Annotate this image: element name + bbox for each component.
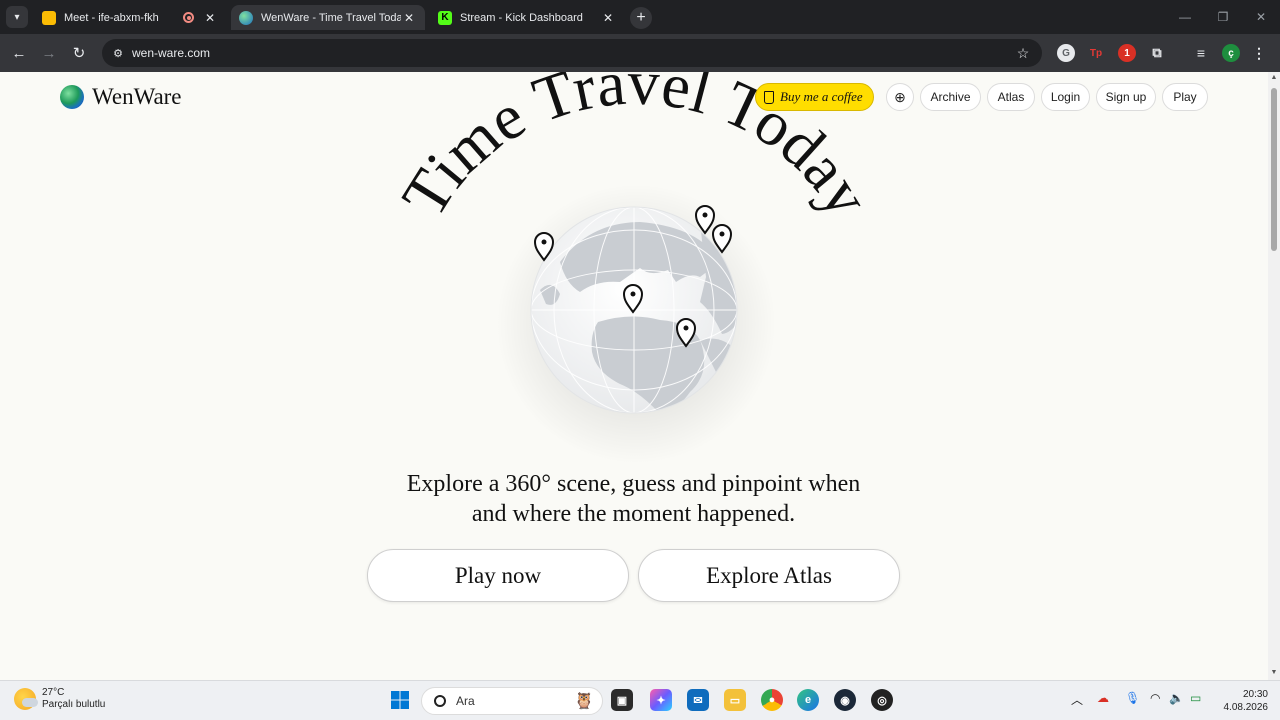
clock-time: 20:30 <box>1242 689 1268 700</box>
close-tab-icon[interactable]: ✕ <box>401 10 417 26</box>
partly-cloudy-icon <box>14 688 38 710</box>
weather-widget[interactable]: 27°C Parçalı bulutlu <box>14 687 105 711</box>
steam-icon[interactable]: ◉ <box>834 689 856 711</box>
copilot-icon[interactable]: ✦ <box>650 689 672 711</box>
scroll-down-icon[interactable]: ▼ <box>1270 669 1278 677</box>
microphone-icon[interactable]: 🎙 <box>1125 691 1140 705</box>
weather-desc: Parçalı bulutlu <box>42 699 106 710</box>
search-icon <box>434 695 446 707</box>
tab-meet[interactable]: Meet - ife-abxm-fkh ✕ <box>34 5 226 30</box>
explore-atlas-button[interactable]: Explore Atlas <box>638 549 900 602</box>
profile-avatar[interactable]: ç <box>1222 44 1240 62</box>
search-placeholder: Ara <box>456 694 475 708</box>
language-globe-icon[interactable]: ⊕ <box>886 83 914 111</box>
page-scrollbar[interactable]: ▲ ▼ <box>1268 72 1280 680</box>
obs-studio-icon[interactable]: ◎ <box>871 689 893 711</box>
nav-login[interactable]: Login <box>1041 83 1090 111</box>
reload-icon[interactable]: ↻ <box>68 42 90 64</box>
red-extension-icon[interactable]: 1 <box>1118 44 1136 62</box>
owl-search-highlight-icon: 🦉 <box>574 693 594 710</box>
windows-start-icon[interactable] <box>389 689 411 711</box>
web-page: WenWare Time Travel Today Buy me a coffe… <box>0 72 1280 680</box>
url-text[interactable]: wen-ware.com <box>132 46 1012 60</box>
tab-wenware[interactable]: WenWare - Time Travel Today ✕ <box>231 5 425 30</box>
tab-search-button[interactable]: ▾ <box>6 6 28 28</box>
coffee-label: Buy me a coffee <box>780 89 863 104</box>
tab-title: Stream - Kick Dashboard <box>460 11 583 24</box>
nav-archive[interactable]: Archive <box>920 83 981 111</box>
show-hidden-icons-chevron[interactable]: ︿ <box>1071 691 1083 708</box>
globe-icon <box>239 10 253 25</box>
play-now-button[interactable]: Play now <box>367 549 629 602</box>
tab-title: Meet - ife-abxm-fkh <box>64 11 159 24</box>
recording-icon <box>183 12 194 23</box>
onedrive-status-icon[interactable]: ☁ <box>1097 691 1109 705</box>
wifi-icon[interactable]: ◠ <box>1150 691 1160 705</box>
file-explorer-icon[interactable]: ▭ <box>724 689 746 711</box>
tab-kick[interactable]: K Stream - Kick Dashboard ✕ <box>430 5 624 30</box>
scroll-up-icon[interactable]: ▲ <box>1270 74 1278 82</box>
outlook-icon[interactable]: ✉ <box>687 689 709 711</box>
puzzle-extensions-icon[interactable]: ⧉ <box>1148 44 1166 62</box>
task-view-icon[interactable]: ▣ <box>611 689 633 711</box>
tagline-line-2: and where the moment happened. <box>471 501 796 527</box>
bookmark-star-icon[interactable]: ☆ <box>1012 45 1034 62</box>
hero-tagline: Explore a 360° scene, guess and pinpoint… <box>340 469 927 529</box>
weather-temp: 27°C <box>42 687 65 698</box>
new-tab-button[interactable]: + <box>630 7 652 29</box>
nav-sign-up[interactable]: Sign up <box>1096 83 1156 111</box>
google-meet-icon <box>42 10 56 25</box>
volume-icon[interactable]: 🔈 <box>1169 691 1184 705</box>
tp-extension-icon[interactable]: Tp <box>1087 44 1105 62</box>
forward-arrow-icon[interactable]: → <box>38 42 60 64</box>
close-tab-icon[interactable]: ✕ <box>600 10 616 26</box>
grammarly-icon[interactable]: G <box>1057 44 1075 62</box>
hero-illustration: Time Travel Today <box>388 72 884 464</box>
scroll-thumb[interactable] <box>1271 88 1277 251</box>
browser-toolbar: ← → ↻ ⚙ wen-ware.com ☆ G Tp 1 ⧉ ≡ ç ⋮ <box>0 34 1280 72</box>
windows-taskbar: 27°C Parçalı bulutlu Ara 🦉 ▣ ✦ ✉ ▭ ● e ◉… <box>0 680 1280 720</box>
nav-play[interactable]: Play <box>1162 83 1208 111</box>
minimize-icon[interactable]: — <box>1166 0 1204 34</box>
clock-date: 4.08.2026 <box>1223 702 1269 713</box>
nav-atlas[interactable]: Atlas <box>987 83 1035 111</box>
browser-tab-bar: ▾ Meet - ife-abxm-fkh ✕ WenWare - Time T… <box>0 0 1280 34</box>
close-tab-icon[interactable]: ✕ <box>202 10 218 26</box>
edge-icon[interactable]: e <box>797 689 819 711</box>
chrome-icon[interactable]: ● <box>761 689 783 711</box>
tab-title: WenWare - Time Travel Today <box>261 11 401 24</box>
buy-me-a-coffee-button[interactable]: Buy me a coffee <box>755 83 874 111</box>
kick-icon: K <box>438 10 452 25</box>
media-control-icon[interactable]: ≡ <box>1192 44 1210 62</box>
restore-icon[interactable]: ❐ <box>1204 0 1242 34</box>
close-window-icon[interactable]: ✕ <box>1242 0 1280 34</box>
address-bar[interactable]: ⚙ wen-ware.com ☆ <box>102 39 1042 67</box>
back-arrow-icon[interactable]: ← <box>8 42 30 64</box>
site-settings-icon[interactable]: ⚙ <box>108 43 128 63</box>
tagline-line-1: Explore a 360° scene, guess and pinpoint… <box>406 471 861 497</box>
taskbar-search-input[interactable]: Ara 🦉 <box>421 687 603 715</box>
coffee-cup-icon <box>764 90 774 104</box>
battery-icon[interactable]: ▭ <box>1190 691 1201 705</box>
chrome-menu-icon[interactable]: ⋮ <box>1250 44 1268 62</box>
system-clock[interactable]: 20:30 4.08.2026 <box>1212 688 1269 714</box>
